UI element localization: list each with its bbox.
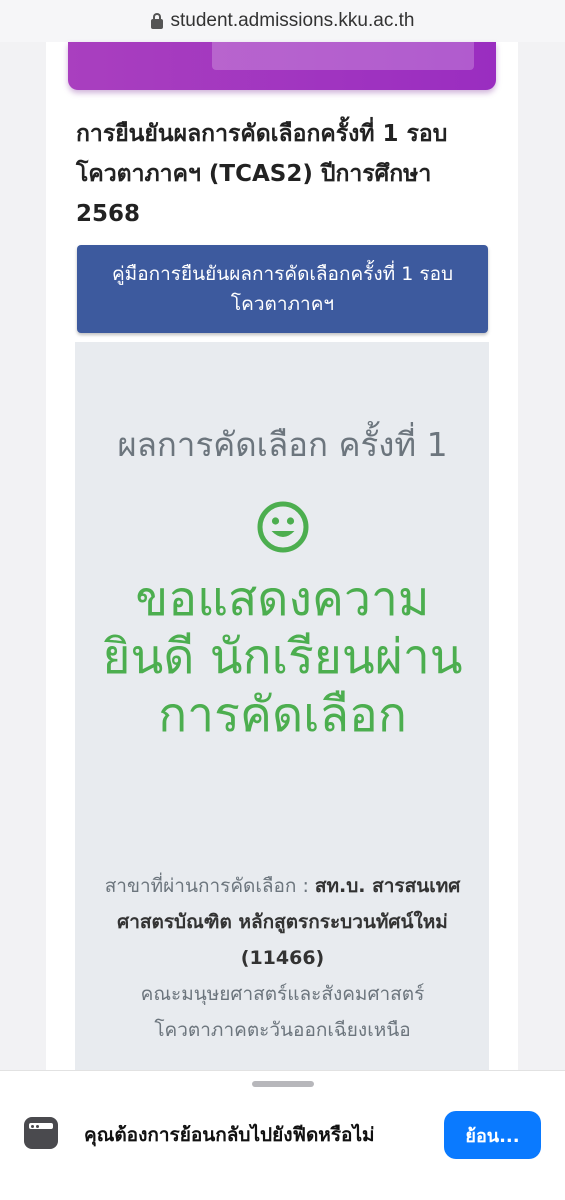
return-prompt: คุณต้องการย้อนกลับไปยังฟีดหรือไม่: [84, 1124, 375, 1146]
banner-inner-panel: [212, 42, 474, 70]
smile-icon: [257, 501, 309, 553]
header-banner: [68, 42, 496, 90]
url-text: student.admissions.kku.ac.th: [170, 10, 415, 31]
faculty-name: คณะมนุษยศาสตร์และสังคมศาสตร์: [140, 983, 425, 1005]
lock-icon: [150, 13, 163, 29]
program-detail: สาขาที่ผ่านการคัดเลือก : สท.บ. สารสนเทศศ…: [95, 868, 470, 1048]
address-bar[interactable]: student.admissions.kku.ac.th: [0, 0, 565, 42]
sheet-grabber[interactable]: [252, 1081, 314, 1087]
congrats-message: ขอแสดงความยินดี นักเรียนผ่านการคัดเลือก: [102, 571, 463, 743]
page-title: การยืนยันผลการคัดเลือกครั้งที่ 1 รอบโควต…: [76, 121, 448, 227]
quota-name: โควตาภาคตะวันออกเฉียงเหนือ: [154, 1019, 411, 1041]
feed-app-icon: [24, 1117, 58, 1149]
back-button[interactable]: ย้อน...: [444, 1111, 541, 1159]
manual-button[interactable]: คู่มือการยืนยันผลการคัดเลือกครั้งที่ 1 ร…: [77, 245, 488, 333]
program-label: สาขาที่ผ่านการคัดเลือก :: [104, 875, 315, 897]
result-title: ผลการคัดเลือก ครั้งที่ 1: [117, 425, 448, 464]
